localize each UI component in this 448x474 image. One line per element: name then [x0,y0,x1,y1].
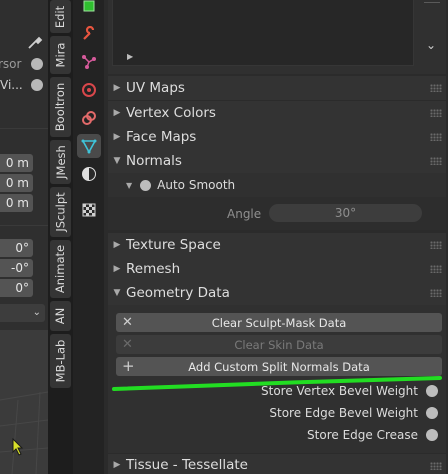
panel-title: Normals [126,153,182,169]
expand-arrow-icon: ▶ [113,132,121,142]
panel-title: Face Maps [126,129,197,145]
particles-icon[interactable] [77,50,101,74]
constraints-icon[interactable] [77,106,101,130]
collapse-arrow-icon: ▼ [113,288,121,298]
clear-skin-data-button[interactable]: ✕ Clear Skin Data [116,335,442,354]
checkbox-dot [426,429,438,441]
tab-mb-lab[interactable]: MB-Lab [50,334,71,388]
properties-panel: ▶ ⌄ ▶ UV Maps ▶ Vertex Colors ▶ Face Map… [104,0,448,474]
properties-tab-icons [73,0,104,474]
drag-handle-icon[interactable] [430,241,442,249]
panel-title: Texture Space [126,237,221,253]
panel-title: UV Maps [126,80,185,96]
clear-sculpt-mask-button[interactable]: ✕ Clear Sculpt-Mask Data [116,313,442,332]
tab-animate[interactable]: Animate [50,240,71,298]
physics-icon[interactable] [77,78,101,102]
rotation-mode-dropdown[interactable]: ⌄ [0,304,45,322]
panel-normals[interactable]: ▼ Normals [108,149,446,173]
panel-title: Tissue - Tessellate [126,457,248,473]
auto-smooth-checkbox[interactable] [140,179,152,191]
location-y-field[interactable]: 0 m [0,174,33,192]
tab-mira[interactable]: Mira [50,36,71,74]
drag-handle-icon[interactable] [430,133,442,141]
tab-jmesh[interactable]: JMesh [50,140,71,184]
chevron-down-icon[interactable]: ⌄ [426,38,436,52]
expand-arrow-icon: ▶ [113,264,121,274]
panel-title: Remesh [126,261,181,277]
close-icon: ✕ [122,337,133,352]
panel-title: Geometry Data [126,285,230,301]
close-icon: ✕ [122,315,133,330]
rotation-x-field[interactable]: 0° [0,239,33,257]
list-resize-icon[interactable]: ▶ [127,52,133,61]
add-remove-column: ⌄ [420,0,444,60]
panel-title: Vertex Colors [126,105,216,121]
expand-arrow-icon: ▶ [113,83,121,93]
checkbox-dot [426,407,438,419]
mouse-cursor-icon [12,437,24,459]
store-edge-crease-checkbox[interactable]: Store Edge Crease [307,426,438,444]
mesh-data-icon[interactable] [77,134,101,158]
store-edge-bevel-weight-checkbox[interactable]: Store Edge Bevel Weight [269,404,438,422]
checkbox-dot [426,385,438,397]
location-x-field[interactable]: 0 m [0,154,33,172]
panel-tissue-tessellate[interactable]: ▶ Tissue - Tessellate [108,454,446,474]
tab-an[interactable]: AN [50,301,71,331]
tab-booltron[interactable]: Booltron [50,77,71,137]
option-label-cursor: rsor [0,57,22,71]
chevron-down-icon: ⌄ [32,307,41,318]
drag-handle-icon[interactable] [430,109,442,117]
option-radio-cursor[interactable] [31,58,43,70]
addon-tab-strip: Edit Mira Booltron JMesh JSculpt Animate… [48,0,73,474]
rotation-z-field[interactable]: 0° [0,279,33,297]
drag-handle-icon[interactable] [430,462,442,470]
drag-handle-icon[interactable] [430,84,442,92]
panel-geometry-data[interactable]: ▼ Geometry Data [108,281,446,305]
auto-smooth-subpanel[interactable]: ▼ Auto Smooth [126,176,235,194]
tab-edit[interactable]: Edit [50,0,71,33]
tab-jsculpt[interactable]: JSculpt [50,187,71,237]
geometry-data-panel-body: ✕ Clear Sculpt-Mask Data ✕ Clear Skin Da… [108,305,446,453]
rotation-y-field[interactable]: -0° [0,259,33,277]
collapse-arrow-icon: ▼ [113,156,121,166]
normals-panel-body: ▼ Auto Smooth Angle 30° [108,173,446,230]
expand-arrow-icon: ▶ [113,108,121,118]
panel-uv-maps[interactable]: ▶ UV Maps [108,76,446,100]
drag-handle-icon[interactable] [430,265,442,273]
drag-handle-icon[interactable] [430,289,442,297]
texture-icon[interactable] [77,198,101,222]
eyedropper-icon[interactable] [27,34,43,50]
expand-arrow-icon: ▶ [113,240,121,250]
tool-icon[interactable] [77,0,101,18]
store-vertex-bevel-weight-checkbox[interactable]: Store Vertex Bevel Weight [261,382,438,400]
left-sidebar-panel: rsor Vi... 0 m 0 m 0 m 0° -0° 0° ⌄ [0,0,48,474]
panel-face-maps[interactable]: ▶ Face Maps [108,125,446,149]
auto-smooth-label: Auto Smooth [157,178,236,192]
panel-remesh[interactable]: ▶ Remesh [108,257,446,281]
panel-vertex-colors[interactable]: ▶ Vertex Colors [108,101,446,125]
viewport-area[interactable] [0,330,48,474]
location-z-field[interactable]: 0 m [0,194,33,212]
panel-texture-space[interactable]: ▶ Texture Space [108,233,446,257]
angle-field[interactable]: 30° [269,204,422,222]
shape-keys-list[interactable]: ▶ [112,0,414,66]
angle-value: 30° [334,206,357,220]
option-label-view: Vi... [0,78,23,92]
drag-handle-icon[interactable] [430,157,442,165]
material-icon[interactable] [77,162,101,186]
wrench-icon[interactable] [77,22,101,46]
collapse-arrow-icon: ▼ [126,180,133,190]
option-radio-view[interactable] [31,79,43,91]
angle-label: Angle [227,207,262,221]
expand-arrow-icon: ▶ [113,460,121,470]
